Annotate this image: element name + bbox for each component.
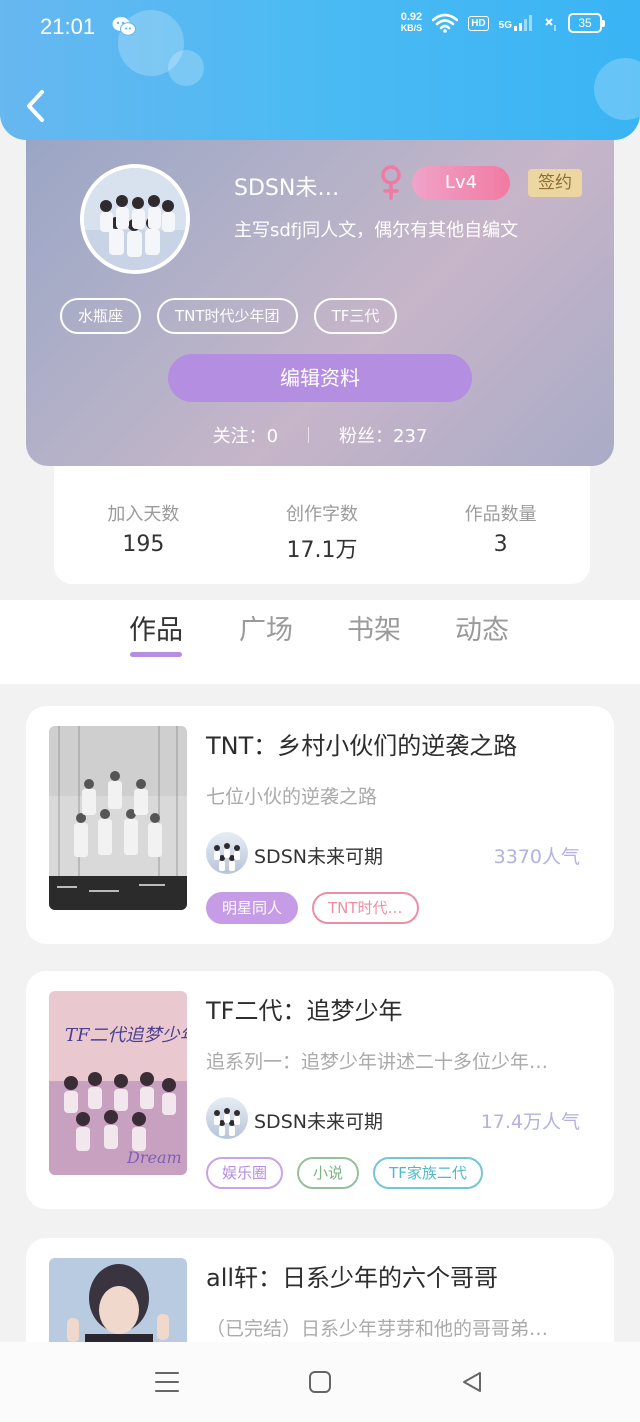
work-title[interactable]: TF二代：追梦少年	[206, 991, 402, 1026]
cover-image	[49, 726, 187, 910]
stat-join-days: 加入天数 195	[54, 466, 233, 584]
stat-label: 创作字数	[286, 504, 358, 525]
avatar[interactable]	[80, 164, 190, 274]
tab-bookshelf[interactable]: 书架	[347, 608, 401, 647]
top-bar: 21:01 0.92 KB/S HD 5G 35	[0, 0, 640, 140]
network-label: 5G	[498, 20, 512, 31]
work-cover[interactable]: TF二代追梦少年 Dream	[49, 991, 187, 1175]
back-icon[interactable]	[22, 88, 52, 124]
following-count[interactable]: 关注：0	[213, 422, 278, 448]
tab-square[interactable]: 广场	[239, 608, 293, 647]
work-title[interactable]: all轩：日系少年的六个哥哥	[206, 1258, 498, 1293]
stat-word-count: 创作字数 17.1万	[233, 466, 412, 584]
tab-activity[interactable]: 动态	[455, 608, 509, 647]
work-popularity: 17.4万人气	[480, 1111, 580, 1133]
system-nav-bar	[0, 1342, 640, 1422]
hd-badge: HD	[468, 15, 489, 31]
work-card[interactable]: all轩：日系少年的六个哥哥 （已完结）日系少年芽芽和他的哥哥弟…	[26, 1238, 614, 1358]
work-description: 七位小伙的逆袭之路	[206, 786, 378, 808]
decor-bubble	[168, 50, 204, 86]
author-avatar-image	[214, 1108, 240, 1136]
cover-image: TF二代追梦少年 Dream	[49, 991, 187, 1175]
profile-tags: 水瓶座 TNT时代少年团 TF三代	[60, 298, 398, 334]
avatar-group-photo	[84, 168, 186, 270]
work-description: 追系列一：追梦少年讲述二十多位少年…	[206, 1051, 549, 1073]
author-avatar-image	[214, 843, 240, 871]
work-tag[interactable]: 小说	[297, 1157, 360, 1189]
level-badge: Lv4	[412, 166, 510, 200]
cover-title-text: TF二代追梦少年	[65, 1025, 187, 1046]
cover-subtitle-text: Dream	[126, 1148, 182, 1167]
work-popularity: 3370人气	[493, 846, 580, 868]
work-tag[interactable]: 娱乐圈	[206, 1157, 284, 1189]
tab-indicator	[130, 652, 182, 657]
signal-bars-icon	[514, 15, 532, 31]
stat-works-count: 作品数量 3	[411, 466, 590, 584]
work-author: SDSN未来可期	[254, 1111, 383, 1133]
signal-5g-icon: 5G	[499, 15, 532, 31]
profile-tag[interactable]: TF三代	[313, 298, 398, 334]
work-card[interactable]: TNT：乡村小伙们的逆袭之路 七位小伙的逆袭之路 SDSN未来可期 3370人气…	[26, 706, 614, 944]
work-tags: 娱乐圈 小说 TF家族二代	[206, 1157, 483, 1189]
follow-row: 关注：0 粉丝：237	[26, 422, 614, 448]
author-avatar	[206, 1097, 248, 1139]
wifi-icon	[432, 13, 459, 33]
work-card[interactable]: TF二代追梦少年 Dream TF二代：追梦少年 追系列一：追梦少年讲述二十多位…	[26, 971, 614, 1209]
status-right: 0.92 KB/S HD 5G 35	[401, 12, 605, 34]
edit-profile-button[interactable]: 编辑资料	[168, 354, 472, 402]
nickname: SDSN未…	[234, 176, 340, 201]
home-icon[interactable]	[308, 1370, 332, 1394]
signal-off-icon	[545, 18, 556, 31]
work-cover[interactable]	[49, 726, 187, 910]
work-title[interactable]: TNT：乡村小伙们的逆袭之路	[206, 726, 517, 761]
profile-card: SDSN未… Lv4 签约 主写sdfj同人文，偶尔有其他自编文 水瓶座 TNT…	[26, 140, 614, 466]
wechat-icon	[112, 17, 136, 36]
battery-icon: 35	[568, 13, 605, 33]
status-time: 21:01	[40, 14, 96, 39]
stats-card: 加入天数 195 创作字数 17.1万 作品数量 3	[54, 466, 590, 584]
stat-label: 加入天数	[107, 504, 180, 525]
menu-icon[interactable]	[154, 1370, 180, 1394]
tab-works[interactable]: 作品	[129, 608, 183, 647]
speed-value: 0.92	[400, 11, 423, 23]
profile-tag[interactable]: TNT时代少年团	[157, 298, 298, 334]
stat-value: 3	[493, 532, 508, 557]
speed-unit: KB/S	[400, 23, 423, 33]
tab-bar: 作品 广场 书架 动态	[0, 600, 640, 684]
work-description: （已完结）日系少年芽芽和他的哥哥弟…	[206, 1318, 549, 1340]
fans-count[interactable]: 粉丝：237	[339, 422, 427, 448]
network-speed: 0.92 KB/S	[401, 12, 423, 34]
author-avatar	[206, 832, 248, 874]
work-tag[interactable]: TF家族二代	[373, 1157, 483, 1189]
bio: 主写sdfj同人文，偶尔有其他自编文	[234, 220, 519, 241]
back-triangle-icon[interactable]	[460, 1370, 484, 1394]
stat-value: 17.1万	[286, 538, 358, 563]
divider	[308, 427, 310, 443]
female-icon	[381, 165, 401, 200]
work-author: SDSN未来可期	[254, 846, 383, 868]
work-tag[interactable]: TNT时代…	[312, 892, 419, 924]
signed-badge: 签约	[528, 169, 582, 197]
work-tag[interactable]: 明星同人	[206, 892, 299, 924]
stat-label: 作品数量	[464, 504, 537, 525]
profile-tag[interactable]: 水瓶座	[60, 298, 142, 334]
decor-bubble	[594, 58, 640, 120]
work-tags: 明星同人 TNT时代…	[206, 892, 419, 924]
stat-value: 195	[122, 532, 165, 557]
